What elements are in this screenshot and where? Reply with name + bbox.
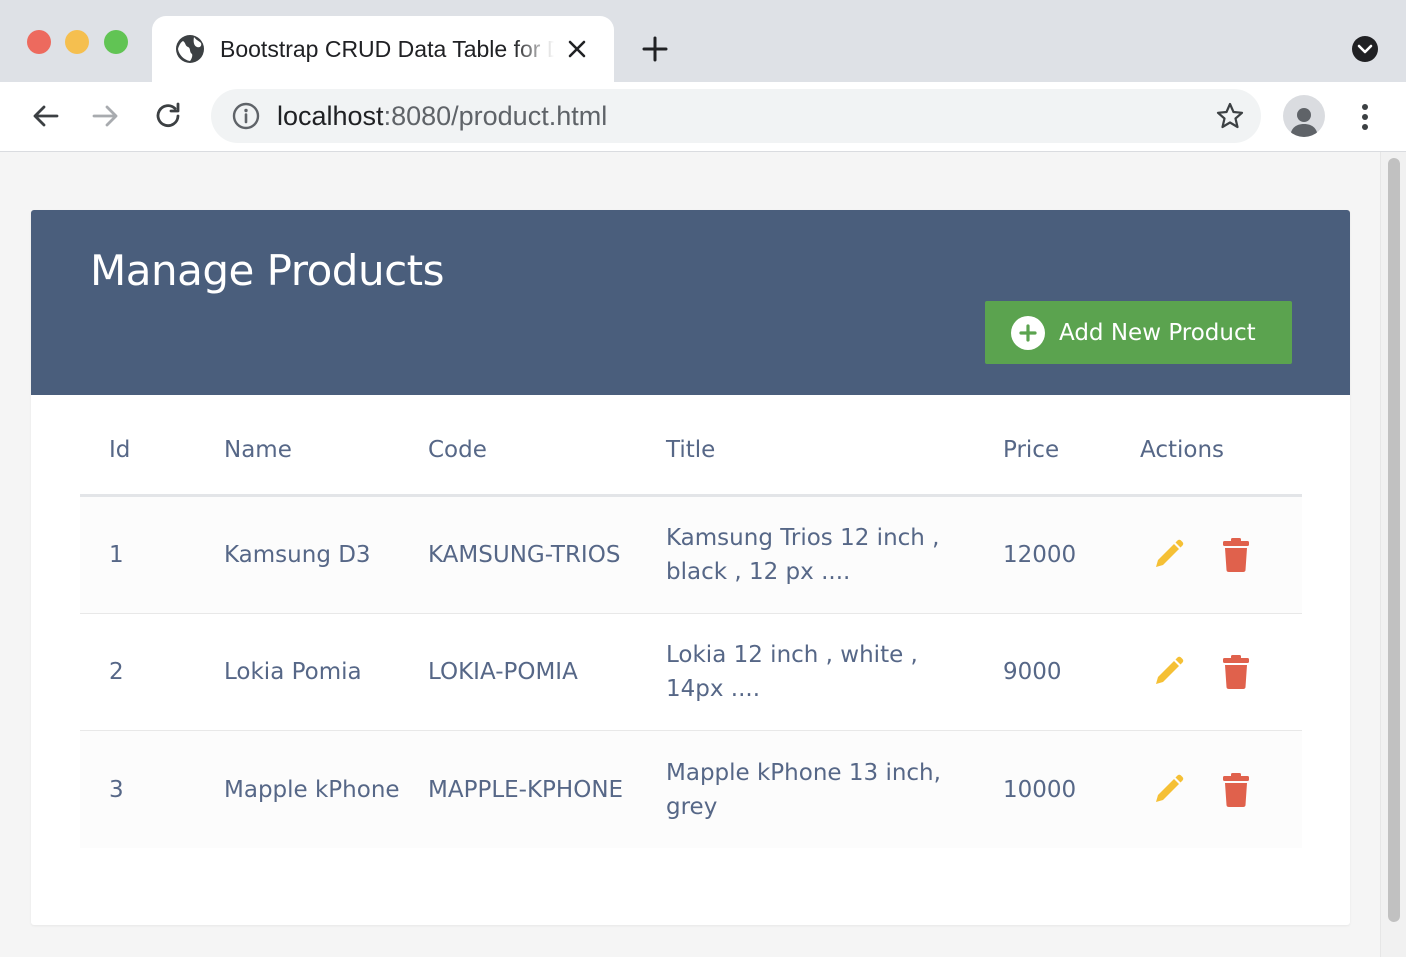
url-path: :8080/product.html [383,100,608,131]
cell-id: 1 [109,542,124,568]
forward-arrow-icon[interactable] [89,99,123,133]
more-menu-icon[interactable] [1350,100,1380,134]
person-icon [1290,108,1318,137]
tab-search-icon[interactable] [1350,34,1380,64]
info-icon[interactable] [231,101,261,131]
pencil-icon[interactable] [1148,770,1188,810]
page-title: Manage Products [90,246,445,295]
cell-title: Lokia 12 inch , white , 14px .... [666,642,918,702]
plus-circle-icon [1011,315,1045,350]
trash-icon[interactable] [1216,652,1256,692]
cell-price: 9000 [1003,659,1062,685]
products-table: Id Name Code Title Price Actions 1 Kamsu… [80,395,1302,848]
trash-icon[interactable] [1216,535,1256,575]
maximize-window-button[interactable] [104,30,128,54]
profile-avatar[interactable] [1283,95,1325,137]
cell-price: 10000 [1003,776,1077,803]
trash-icon[interactable] [1216,770,1256,810]
add-new-product-button[interactable]: Add New Product [985,301,1292,364]
cell-name: Kamsung D3 [224,542,371,568]
table-row: 1 Kamsung D3 KAMSUNG-TRIOS Kamsung Trios… [80,497,1302,614]
cell-title: Kamsung Trios 12 inch , black , 12 px ..… [666,525,940,585]
cell-actions [1148,614,1288,730]
header-code: Code [428,437,487,463]
cell-price: 12000 [1003,542,1077,568]
vertical-scrollbar[interactable] [1380,152,1406,957]
table-row: 3 Mapple kPhone MAPPLE-KPHONE Mapple kPh… [80,731,1302,848]
reload-icon[interactable] [151,99,185,133]
scrollbar-thumb[interactable] [1388,158,1400,922]
close-window-button[interactable] [27,30,51,54]
browser-tab-bar: Bootstrap CRUD Data Table for Database w… [0,0,1406,82]
url-host: localhost [277,100,384,131]
globe-icon [176,35,204,63]
table-title-bar: Manage Products Add New Product [31,210,1350,395]
header-title: Title [666,437,716,463]
cell-id: 3 [109,776,124,803]
cell-name: Lokia Pomia [224,659,362,685]
new-tab-icon[interactable] [638,32,672,66]
url-text: localhost:8080/product.html [277,101,607,132]
cell-name: Mapple kPhone [224,776,400,803]
back-arrow-icon[interactable] [28,99,62,133]
header-price: Price [1003,437,1060,463]
tab-title: Bootstrap CRUD Data Table for Database w… [220,35,554,62]
bookmark-star-icon[interactable] [1215,101,1245,131]
cell-actions [1148,497,1288,613]
address-bar[interactable]: localhost:8080/product.html [211,89,1261,143]
pencil-icon[interactable] [1148,652,1188,692]
close-tab-icon[interactable] [562,34,592,64]
header-id: Id [109,437,131,463]
cell-code: LOKIA-POMIA [428,659,578,685]
add-button-label: Add New Product [1059,319,1256,346]
browser-tab[interactable]: Bootstrap CRUD Data Table for Database w… [152,16,614,82]
minimize-window-button[interactable] [65,30,89,54]
cell-id: 2 [109,659,124,685]
cell-code: MAPPLE-KPHONE [428,776,624,803]
header-actions: Actions [1140,437,1225,463]
header-name: Name [224,437,292,463]
cell-code: KAMSUNG-TRIOS [428,542,621,568]
products-card: Manage Products Add New Product Id Name … [31,210,1350,925]
page-viewport: Manage Products Add New Product Id Name … [0,152,1406,957]
table-row: 2 Lokia Pomia LOKIA-POMIA Lokia 12 inch … [80,614,1302,731]
cell-title: Mapple kPhone 13 inch, grey [666,759,941,820]
cell-actions [1148,731,1288,848]
table-header-row: Id Name Code Title Price Actions [80,395,1302,497]
pencil-icon[interactable] [1148,535,1188,575]
browser-toolbar: localhost:8080/product.html [0,82,1406,152]
